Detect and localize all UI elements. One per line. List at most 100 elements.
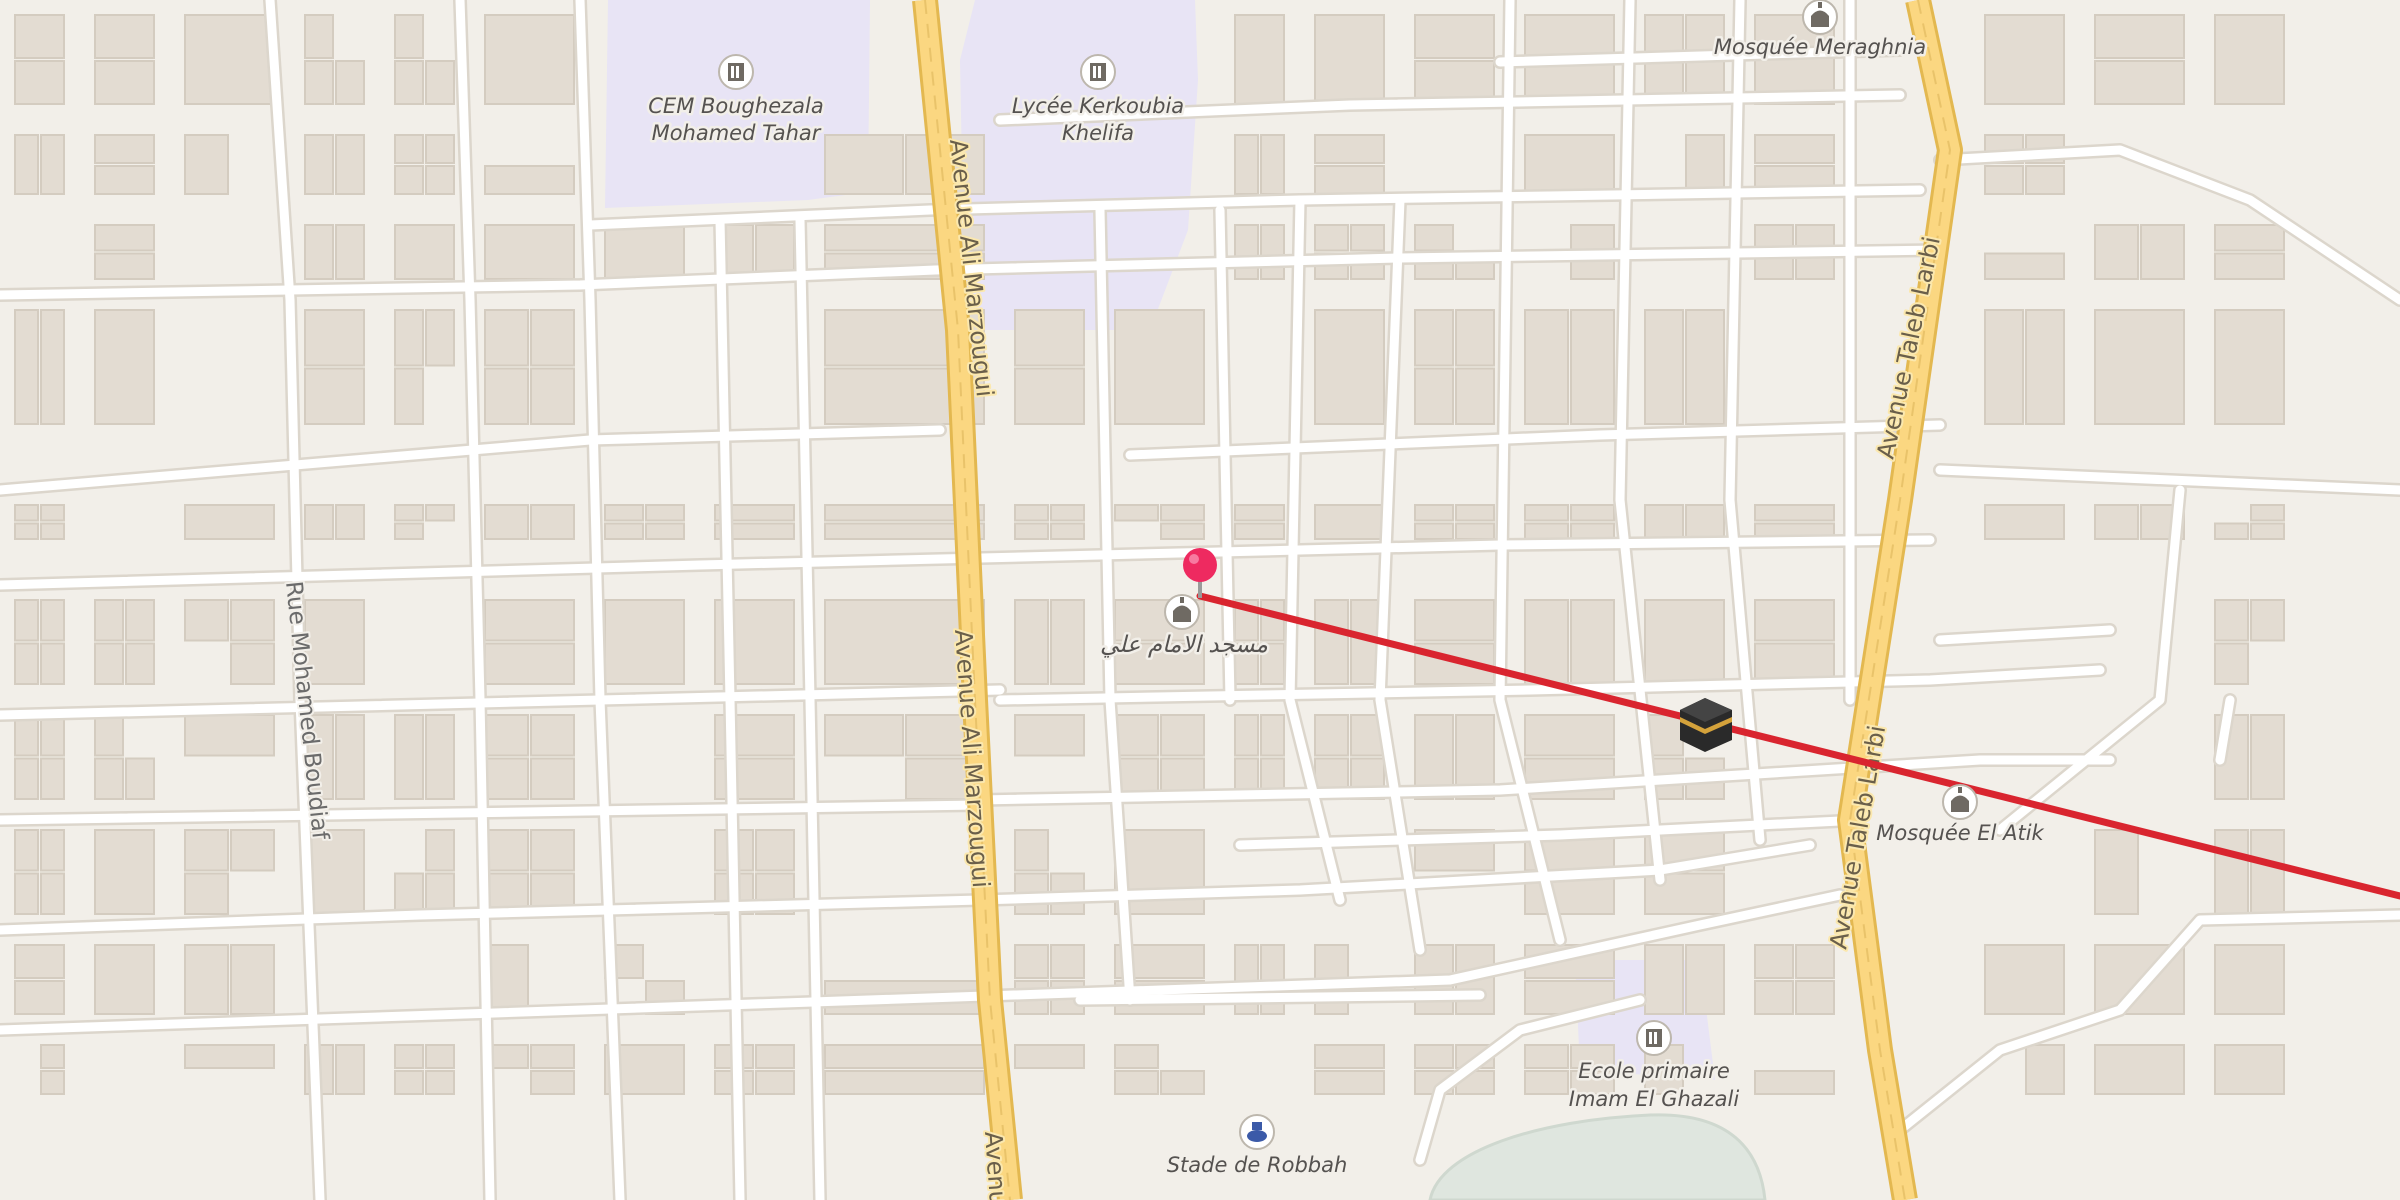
building [425, 60, 455, 105]
building [1234, 134, 1259, 195]
stadium-icon [1239, 1114, 1275, 1150]
building [1984, 504, 2065, 540]
building [1314, 1070, 1385, 1095]
building [1754, 599, 1835, 642]
building [1314, 224, 1349, 252]
building [1754, 1070, 1835, 1095]
building [2214, 224, 2285, 252]
building [1644, 944, 1684, 1015]
map-canvas[interactable]: Avenue Ali Marzougui Avenue Ali Marzougu… [0, 0, 2400, 1200]
building [184, 944, 229, 1015]
poi-label: CEM Boughezala [648, 94, 823, 118]
building [1455, 522, 1495, 540]
building [1455, 504, 1495, 522]
building [1160, 1070, 1205, 1095]
building [94, 642, 124, 685]
building [184, 1044, 275, 1069]
building [645, 504, 685, 522]
building [1455, 309, 1495, 367]
building [14, 60, 65, 105]
building [230, 599, 275, 642]
school-icon [1636, 1020, 1672, 1056]
building [1160, 522, 1205, 540]
building [1160, 504, 1205, 522]
building [94, 14, 155, 59]
building [530, 829, 575, 872]
building [484, 224, 575, 280]
building [14, 980, 65, 1015]
building [2214, 522, 2249, 540]
poi-label: مسجد الامام علي [1100, 632, 1268, 658]
building [1984, 252, 2065, 280]
building [184, 599, 229, 642]
building [1754, 504, 1835, 522]
building [184, 504, 275, 540]
building [484, 367, 529, 425]
building [1114, 504, 1159, 522]
building [2250, 714, 2285, 800]
building [40, 522, 65, 540]
building [1314, 14, 1385, 105]
building [335, 504, 365, 540]
building [2250, 829, 2285, 915]
building [1014, 522, 1049, 540]
building [94, 309, 155, 425]
building [1570, 309, 1615, 425]
building [304, 60, 334, 105]
building [2140, 224, 2185, 280]
building [14, 599, 39, 642]
building [1984, 309, 2024, 425]
building [1414, 309, 1454, 367]
building [425, 504, 455, 522]
poi-label: Ecole primaire [1578, 1059, 1730, 1083]
building [1984, 14, 2065, 105]
building [1314, 309, 1385, 425]
building [94, 829, 155, 915]
building [824, 714, 904, 757]
building [184, 829, 229, 872]
building [484, 599, 575, 642]
school-icon [718, 54, 754, 90]
building [484, 14, 575, 105]
building [2214, 309, 2285, 425]
building [2094, 224, 2139, 280]
building [184, 872, 229, 915]
building [425, 309, 455, 367]
building [1524, 1070, 1569, 1095]
building [604, 224, 685, 280]
map-view[interactable]: Avenue Ali Marzougui Avenue Ali Marzougu… [0, 0, 2400, 1200]
mosque-icon [1942, 784, 1978, 820]
building [1014, 599, 1049, 685]
building [40, 642, 65, 685]
building [484, 757, 529, 800]
building [484, 504, 529, 540]
building [1414, 1044, 1454, 1069]
building [484, 714, 529, 757]
building [335, 134, 365, 195]
building [1570, 599, 1615, 685]
building [40, 1070, 65, 1095]
building [94, 165, 155, 195]
building [14, 504, 39, 522]
building [40, 309, 65, 425]
building [530, 309, 575, 367]
building [1260, 224, 1285, 280]
building [1050, 599, 1085, 685]
building [1234, 224, 1259, 280]
building [1014, 944, 1049, 979]
building [1644, 599, 1725, 685]
building [40, 599, 65, 642]
building [125, 599, 155, 642]
building [530, 367, 575, 425]
building [2094, 60, 2185, 105]
poi-label: Lycée Kerkoubia [1012, 94, 1184, 118]
building [484, 642, 575, 685]
building [1260, 714, 1285, 757]
building [1754, 134, 1835, 164]
building [1114, 1044, 1159, 1069]
building [1524, 1044, 1569, 1069]
building [2214, 252, 2285, 280]
building [230, 642, 275, 685]
building [1014, 504, 1049, 522]
building [1314, 504, 1385, 540]
